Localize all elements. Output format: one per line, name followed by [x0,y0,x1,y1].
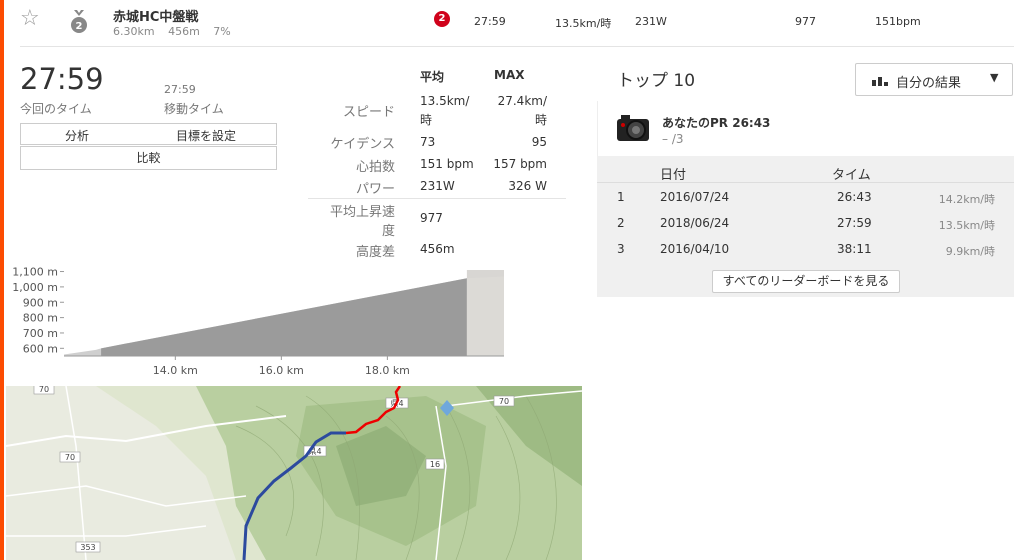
y-tick-label: 1,000 m [12,281,58,294]
row-date: 2016/04/10 [660,242,730,256]
speed-avg-unit: 時 [420,113,433,127]
segment-heartrate: 151bpm [875,15,921,28]
rank-badge: 2 [434,11,450,27]
row-date: 2018/06/24 [660,216,730,230]
medal-icon: 2 [71,10,87,33]
map-canvas: 70 70 70 353 16 県4 県4 [6,386,582,560]
segment-name-link[interactable]: 赤城HC中盤戦 [113,6,198,25]
map-road-label: 353 [80,543,95,552]
power-avg: 231W [420,179,455,193]
moving-time: 27:59 [164,83,196,96]
speed-max-unit: 時 [534,113,547,127]
map-road-label: 70 [39,386,49,394]
segment-meta: 6.30km 456m 7% [113,25,241,38]
row-time: 26:43 [837,190,872,204]
segment-power: 231W [635,15,667,28]
date-column-header: 日付 [660,168,687,183]
speed-avg-value: 13.5km/ [420,94,470,108]
table-row[interactable]: 2 2018/06/24 27:59 13.5km/時 [597,212,1014,234]
power-max: 326 W [508,179,547,193]
my-results-dropdown[interactable]: 自分の結果 ▼ [855,63,1013,96]
x-tick-label: 14.0 km [153,364,198,377]
vam-label-line1: 平均上昇速 [329,205,395,220]
medal-rank: 2 [76,21,83,32]
vam-value: 977 [420,211,443,225]
row-rank: 3 [617,242,625,256]
heartrate-avg: 151 bpm [420,157,474,171]
segment-elevation: 456m [168,25,200,38]
row-speed: 13.5km/時 [938,219,995,232]
row-date: 2016/07/24 [660,190,730,204]
stats-divider [308,198,566,199]
time-column-header: タイム [832,168,871,183]
segment-distance: 6.30km [113,25,155,38]
route-map[interactable]: 70 70 70 353 16 県4 県4 [6,386,582,560]
elapsed-time: 27:59 [20,62,104,96]
speed-label: スピード [342,105,395,120]
leaderboard-header-divider [597,182,1014,183]
view-all-leaderboards-button[interactable]: すべてのリーダーボードを見る [712,270,900,293]
power-label: パワー [355,182,395,197]
y-tick-label: 900 m [23,296,58,309]
cadence-avg: 73 [420,135,436,149]
pr-label: あなたのPR 26:43 [662,116,771,130]
cadence-max: 95 [531,135,547,149]
y-tick-label: 700 m [23,327,58,340]
activity-accent-bar [0,0,4,560]
post-segment-area [466,276,504,356]
y-tick-label: 600 m [23,342,58,355]
table-row[interactable]: 1 2016/07/24 26:43 14.2km/時 [597,186,1014,208]
chevron-down-icon: ▼ [990,71,999,84]
top10-title: トップ 10 [617,71,696,91]
heartrate-label: 心拍数 [355,160,395,175]
elapsed-time-label: 今回のタイム [20,102,92,116]
row-rank: 2 [617,216,625,230]
speed-max: 27.4km/ 時 [477,92,547,130]
set-goal-button[interactable]: 目標を設定 [176,127,236,144]
heartrate-max: 157 bpm [493,157,547,171]
x-tick-label: 18.0 km [365,364,410,377]
segment-grade: 7% [213,25,231,38]
segment-speed: 13.5km/時 [555,17,612,30]
avg-column-header: 平均 [420,70,445,84]
map-road-label: 70 [65,453,75,462]
max-column-header: MAX [494,68,525,82]
row-speed: 9.9km/時 [945,245,995,258]
camera-avatar-icon [617,115,649,141]
map-road-label: 70 [499,397,509,406]
map-road-label: 16 [430,460,440,469]
star-icon[interactable]: ☆ [20,8,40,30]
vam-label-line2: 度 [381,224,395,239]
row-time: 27:59 [837,216,872,230]
y-tick-label: 1,100 m [12,266,58,279]
header-divider [20,46,1014,47]
elevation-profile-chart: 1,100 m 1,000 m 900 m 800 m 700 m 600 m 14.0 k… [12,266,504,377]
vam-label: 平均上昇速 度 [305,201,395,239]
segment-vam: 977 [795,15,816,28]
elevation-gain-label: 高度差 [355,245,395,260]
y-tick-label: 800 m [23,312,58,325]
moving-time-label: 移動タイム [164,102,224,116]
bar-chart-icon [872,77,888,86]
speed-avg: 13.5km/ 時 [420,92,469,130]
row-time: 38:11 [837,242,872,256]
my-results-label: 自分の結果 [896,76,962,91]
pr-row: あなたのPR 26:43 – /3 [597,101,1014,156]
cadence-label: ケイデンス [330,137,395,152]
table-row[interactable]: 3 2016/04/10 38:11 9.9km/時 [597,238,1014,260]
action-button-row: 分析 目標を設定 [20,123,277,145]
compare-button[interactable]: 比較 [20,146,277,170]
analyze-button[interactable]: 分析 [65,127,89,144]
row-speed: 14.2km/時 [938,193,995,206]
row-rank: 1 [617,190,625,204]
elevation-gain-value: 456m [420,242,455,256]
segment-time: 27:59 [474,15,506,28]
speed-max-value: 27.4km/ [497,94,547,108]
pr-rank: – /3 [662,132,684,146]
x-tick-label: 16.0 km [259,364,304,377]
